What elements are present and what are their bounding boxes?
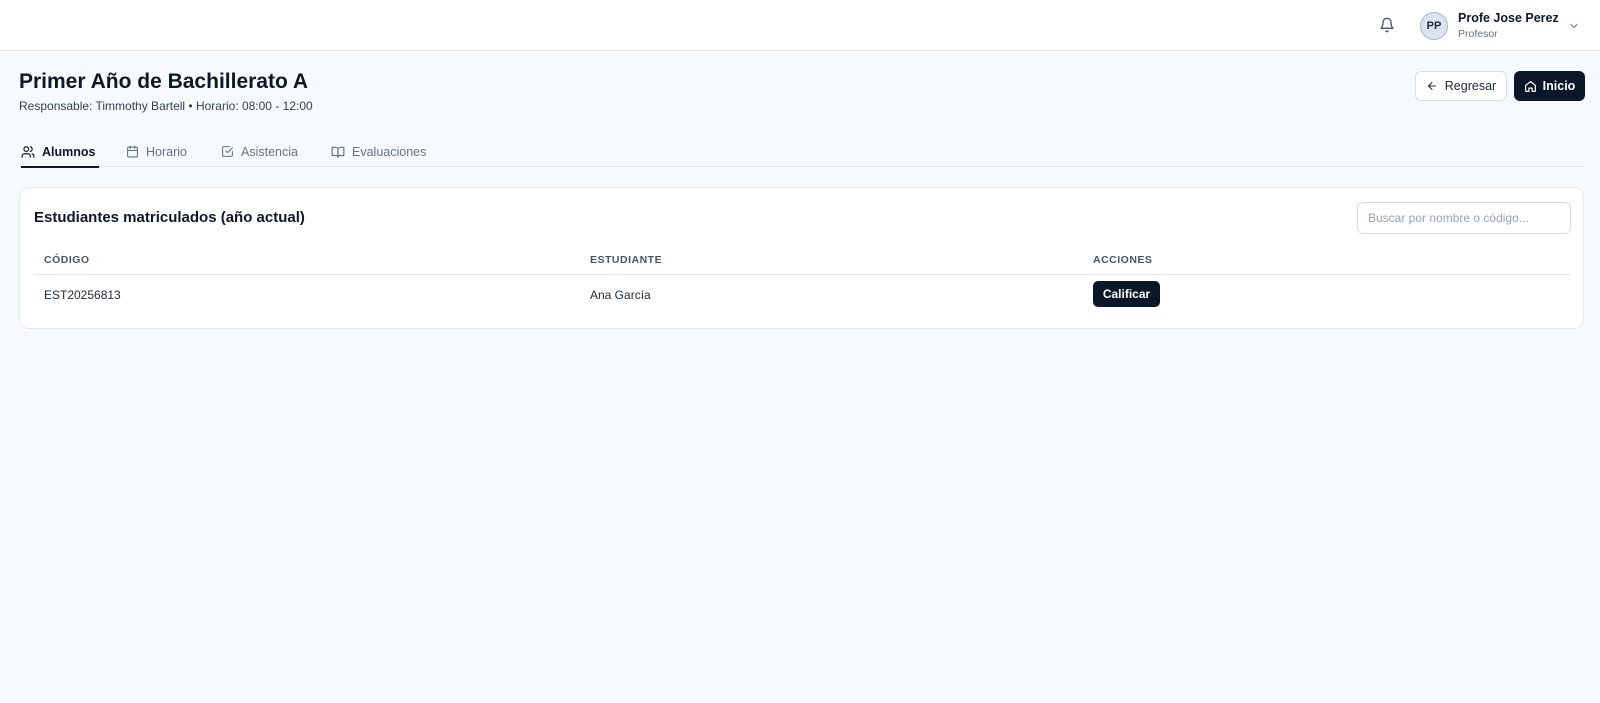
column-header-code: CÓDIGO [44,254,90,266]
home-button-label: Inicio [1542,79,1576,93]
page-title: Primer Año de Bachillerato A [19,70,309,93]
user-menu[interactable]: PP Profe Jose Perez Profesor [1420,10,1580,42]
grade-button[interactable]: Calificar [1093,281,1160,307]
user-role: Profesor [1458,28,1498,41]
back-button-label: Regresar [1444,79,1497,93]
tab-alumnos[interactable]: Alumnos [21,136,100,168]
user-info: Profe Jose Perez Profesor [1458,11,1559,41]
back-button[interactable]: Regresar [1415,71,1507,101]
column-header-student: ESTUDIANTE [590,254,663,266]
user-name: Profe Jose Perez [1458,11,1559,26]
search-input[interactable] [1357,202,1571,234]
chevron-down-icon[interactable] [1568,20,1580,32]
book-open-icon [331,145,345,159]
calendar-icon [125,145,139,159]
top-bar: PP Profe Jose Perez Profesor [0,0,1600,51]
bell-icon[interactable] [1375,13,1399,37]
student-name: Ana García [590,288,651,302]
avatar: PP [1420,12,1448,40]
tab-label: Alumnos [42,144,96,159]
students-card-title: Estudiantes matriculados (año actual) [34,209,305,226]
page-subtitle: Responsable: Timmothy Bartell • Horario:… [19,99,313,113]
home-button[interactable]: Inicio [1514,71,1585,101]
students-card: Estudiantes matriculados (año actual) CÓ… [19,187,1584,329]
tab-horario[interactable]: Horario [125,136,187,167]
tab-label: Asistencia [241,144,298,159]
column-header-actions: ACCIONES [1093,254,1153,266]
tab-label: Horario [146,144,187,159]
student-code: EST20256813 [44,288,121,302]
tab-bar: Alumnos Horario Asistencia Evaluaciones [19,136,1584,168]
tab-evaluaciones[interactable]: Evaluaciones [331,136,426,167]
tab-asistencia[interactable]: Asistencia [220,136,298,167]
tab-label: Evaluaciones [352,144,427,159]
home-icon [1524,80,1537,93]
arrow-left-icon [1426,80,1438,92]
users-icon [21,145,35,159]
table-divider [34,274,1571,275]
checkbox-icon [220,145,234,159]
